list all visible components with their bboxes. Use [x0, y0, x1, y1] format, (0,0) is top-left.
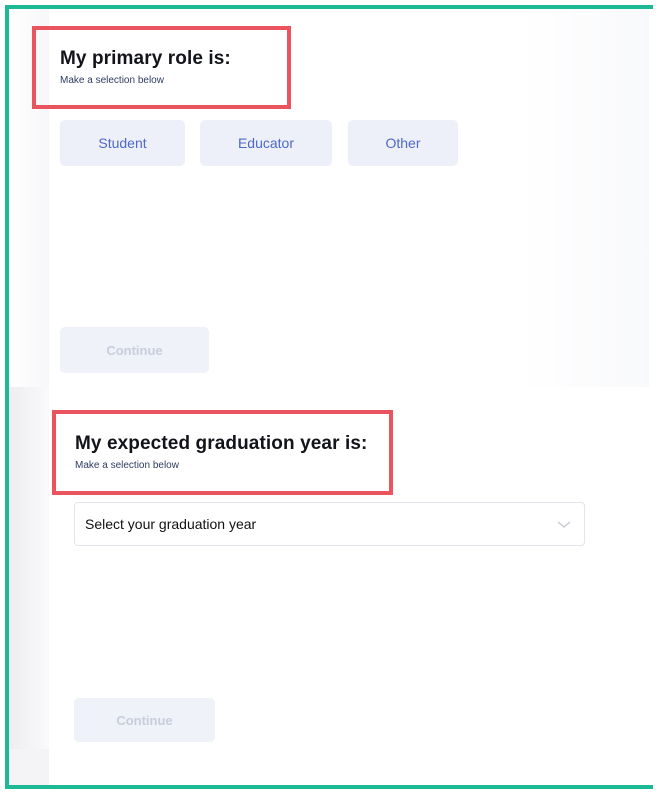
- role-subtitle: Make a selection below: [60, 75, 164, 86]
- graduation-subtitle: Make a selection below: [75, 460, 179, 471]
- chevron-down-icon: [557, 521, 571, 528]
- graduation-select-value: Select your graduation year: [85, 516, 257, 532]
- graduation-year-select[interactable]: Select your graduation year: [74, 502, 585, 546]
- role-option-educator[interactable]: Educator: [200, 120, 332, 166]
- side-shadow: [9, 749, 49, 785]
- graduation-continue-button[interactable]: Continue: [74, 698, 215, 742]
- role-continue-button[interactable]: Continue: [60, 327, 209, 373]
- role-option-student[interactable]: Student: [60, 120, 185, 166]
- role-option-other[interactable]: Other: [348, 120, 458, 166]
- graduation-title: My expected graduation year is:: [75, 433, 368, 454]
- screenshot-frame: My primary role is: Make a selection bel…: [5, 5, 653, 789]
- role-title: My primary role is:: [60, 48, 231, 69]
- side-shadow: [9, 387, 49, 785]
